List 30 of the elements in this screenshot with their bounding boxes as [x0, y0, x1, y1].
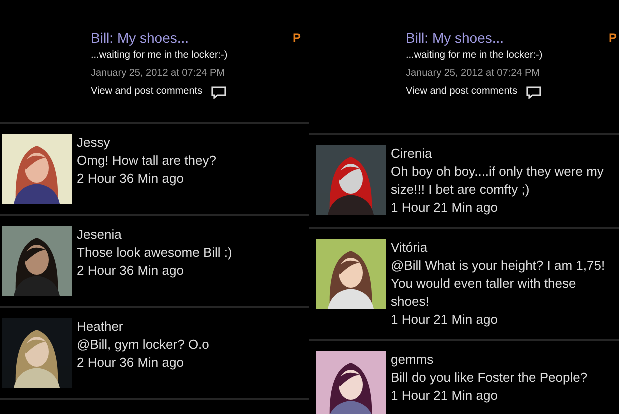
post-date: January 25, 2012 at 07:24 PM — [406, 67, 541, 81]
post-title: Bill: My shoes... — [406, 29, 506, 48]
comment-text: Omg! How tall are they? — [77, 152, 216, 170]
comment-time: 2 Hour 36 Min ago — [77, 170, 185, 188]
comment-author: Heather — [77, 318, 124, 336]
comment-text: @Bill What is your height? I am 1,75! You would even taller with these shoes! — [391, 257, 606, 311]
comment-time: 1 Hour 21 Min ago — [391, 199, 499, 217]
post-label: P — [608, 30, 617, 47]
comment-text: @Bill, gym locker? O.o — [77, 336, 210, 354]
post-label: P — [292, 30, 301, 47]
post-date: January 25, 2012 at 07:24 PM — [91, 67, 226, 81]
comments-link[interactable]: View and post comments — [91, 84, 203, 100]
comment-time: 1 Hour 21 Min ago — [391, 387, 499, 405]
comment-time: 2 Hour 36 Min ago — [77, 354, 185, 372]
comment-icon[interactable] — [526, 86, 542, 98]
comment-author: Cirenia — [391, 145, 434, 163]
comment-text: Those look awesome Bill :) — [77, 244, 232, 262]
comment-author: Vitória — [391, 239, 429, 257]
post-description: ...waiting for me in the locker:-) — [406, 49, 543, 63]
comment-time: 1 Hour 21 Min ago — [391, 311, 499, 329]
comments-link[interactable]: View and post comments — [406, 84, 518, 100]
comment-author: Jesenia — [77, 226, 123, 244]
comment-text: Bill do you like Foster the People? — [391, 369, 588, 387]
comment-icon[interactable] — [210, 86, 227, 98]
comment-author: gemms — [391, 351, 435, 369]
comment-author: Jessy — [77, 134, 112, 152]
post-description: ...waiting for me in the locker:-) — [91, 49, 228, 63]
post-title: Bill: My shoes... — [91, 29, 190, 48]
comment-text: Oh boy oh boy....if only they were my size!!! I bet are comfty ;) — [391, 163, 605, 199]
comment-time: 2 Hour 36 Min ago — [77, 262, 185, 280]
